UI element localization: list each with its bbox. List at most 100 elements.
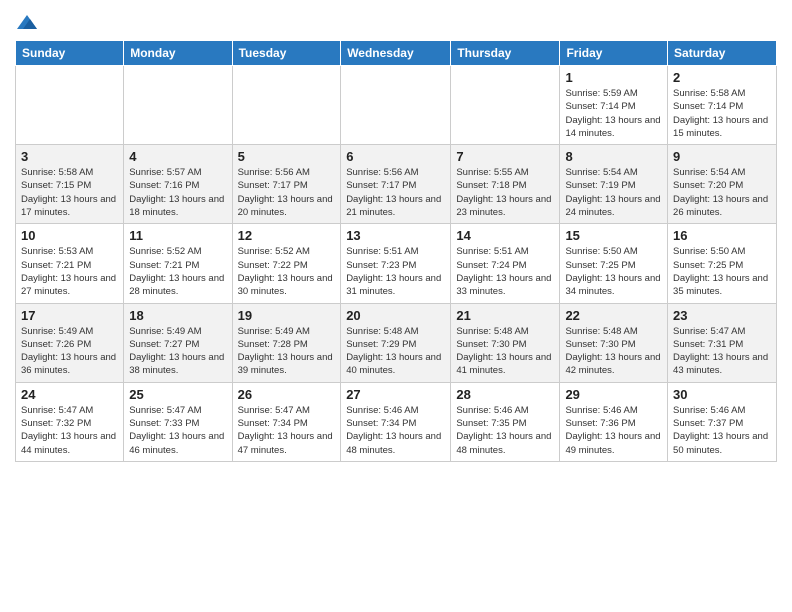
day-number: 21 [456,308,554,323]
day-info: Sunrise: 5:46 AM Sunset: 7:36 PM Dayligh… [565,404,662,457]
logo-text [15,14,37,34]
day-number: 11 [129,228,226,243]
day-number: 27 [346,387,445,402]
calendar-cell: 26Sunrise: 5:47 AM Sunset: 7:34 PM Dayli… [232,382,341,461]
day-number: 5 [238,149,336,164]
day-info: Sunrise: 5:48 AM Sunset: 7:29 PM Dayligh… [346,325,445,378]
calendar-cell: 5 Sunrise: 5:56 AM Sunset: 7:17 PM Daylig… [232,145,341,224]
calendar-cell: 3 Sunrise: 5:58 AM Sunset: 7:15 PM Daylig… [16,145,124,224]
calendar-cell [16,66,124,145]
calendar-cell: 9 Sunrise: 5:54 AM Sunset: 7:20 PM Daylig… [668,145,777,224]
day-number: 9 [673,149,771,164]
weekday-header-tuesday: Tuesday [232,41,341,66]
day-info: Sunrise: 5:56 AM Sunset: 7:17 PM Dayligh… [238,166,336,219]
day-info: Sunrise: 5:46 AM Sunset: 7:35 PM Dayligh… [456,404,554,457]
day-info: Sunrise: 5:47 AM Sunset: 7:33 PM Dayligh… [129,404,226,457]
day-info: Sunrise: 5:50 AM Sunset: 7:25 PM Dayligh… [565,245,662,298]
day-info: Sunrise: 5:47 AM Sunset: 7:31 PM Dayligh… [673,325,771,378]
logo [15,10,37,34]
calendar-cell: 25 Sunrise: 5:47 AM Sunset: 7:33 PM Dayli… [124,382,232,461]
day-info: Sunrise: 5:55 AM Sunset: 7:18 PM Dayligh… [456,166,554,219]
day-info: Sunrise: 5:58 AM Sunset: 7:14 PM Dayligh… [673,87,771,140]
day-number: 1 [565,70,662,85]
calendar-cell: 6 Sunrise: 5:56 AM Sunset: 7:17 PM Daylig… [341,145,451,224]
day-info: Sunrise: 5:59 AM Sunset: 7:14 PM Dayligh… [565,87,662,140]
calendar-cell: 2Sunrise: 5:58 AM Sunset: 7:14 PM Daylig… [668,66,777,145]
calendar-cell: 22Sunrise: 5:48 AM Sunset: 7:30 PM Dayli… [560,303,668,382]
calendar-cell: 18 Sunrise: 5:49 AM Sunset: 7:27 PM Dayli… [124,303,232,382]
day-number: 30 [673,387,771,402]
day-info: Sunrise: 5:51 AM Sunset: 7:24 PM Dayligh… [456,245,554,298]
day-info: Sunrise: 5:56 AM Sunset: 7:17 PM Dayligh… [346,166,445,219]
day-info: Sunrise: 5:54 AM Sunset: 7:19 PM Dayligh… [565,166,662,219]
calendar-header-row: SundayMondayTuesdayWednesdayThursdayFrid… [16,41,777,66]
day-info: Sunrise: 5:48 AM Sunset: 7:30 PM Dayligh… [565,325,662,378]
weekday-header-thursday: Thursday [451,41,560,66]
day-info: Sunrise: 5:47 AM Sunset: 7:34 PM Dayligh… [238,404,336,457]
calendar-cell: 13 Sunrise: 5:51 AM Sunset: 7:23 PM Dayli… [341,224,451,303]
day-number: 19 [238,308,336,323]
calendar-cell: 16 Sunrise: 5:50 AM Sunset: 7:25 PM Dayli… [668,224,777,303]
calendar-week-row: 3 Sunrise: 5:58 AM Sunset: 7:15 PM Daylig… [16,145,777,224]
calendar-cell [451,66,560,145]
day-number: 16 [673,228,771,243]
day-number: 18 [129,308,226,323]
calendar-cell [232,66,341,145]
day-number: 25 [129,387,226,402]
weekday-header-friday: Friday [560,41,668,66]
calendar-cell: 11 Sunrise: 5:52 AM Sunset: 7:21 PM Dayli… [124,224,232,303]
calendar-cell: 27 Sunrise: 5:46 AM Sunset: 7:34 PM Dayli… [341,382,451,461]
page-container: SundayMondayTuesdayWednesdayThursdayFrid… [0,0,792,472]
day-number: 13 [346,228,445,243]
calendar-cell: 19Sunrise: 5:49 AM Sunset: 7:28 PM Dayli… [232,303,341,382]
calendar-cell: 15 Sunrise: 5:50 AM Sunset: 7:25 PM Dayli… [560,224,668,303]
calendar-cell [124,66,232,145]
day-number: 8 [565,149,662,164]
day-number: 12 [238,228,336,243]
day-number: 6 [346,149,445,164]
day-info: Sunrise: 5:58 AM Sunset: 7:15 PM Dayligh… [21,166,118,219]
calendar-cell: 21 Sunrise: 5:48 AM Sunset: 7:30 PM Dayli… [451,303,560,382]
day-info: Sunrise: 5:47 AM Sunset: 7:32 PM Dayligh… [21,404,118,457]
day-info: Sunrise: 5:49 AM Sunset: 7:27 PM Dayligh… [129,325,226,378]
day-number: 24 [21,387,118,402]
day-info: Sunrise: 5:46 AM Sunset: 7:34 PM Dayligh… [346,404,445,457]
weekday-header-monday: Monday [124,41,232,66]
weekday-header-saturday: Saturday [668,41,777,66]
calendar-cell [341,66,451,145]
day-info: Sunrise: 5:52 AM Sunset: 7:21 PM Dayligh… [129,245,226,298]
calendar-cell: 28 Sunrise: 5:46 AM Sunset: 7:35 PM Dayli… [451,382,560,461]
day-info: Sunrise: 5:50 AM Sunset: 7:25 PM Dayligh… [673,245,771,298]
calendar-cell: 8 Sunrise: 5:54 AM Sunset: 7:19 PM Daylig… [560,145,668,224]
day-number: 3 [21,149,118,164]
day-number: 17 [21,308,118,323]
day-number: 28 [456,387,554,402]
day-info: Sunrise: 5:49 AM Sunset: 7:26 PM Dayligh… [21,325,118,378]
day-number: 4 [129,149,226,164]
weekday-header-sunday: Sunday [16,41,124,66]
calendar-cell: 14 Sunrise: 5:51 AM Sunset: 7:24 PM Dayli… [451,224,560,303]
calendar-table: SundayMondayTuesdayWednesdayThursdayFrid… [15,40,777,462]
day-number: 23 [673,308,771,323]
day-info: Sunrise: 5:54 AM Sunset: 7:20 PM Dayligh… [673,166,771,219]
calendar-cell: 20Sunrise: 5:48 AM Sunset: 7:29 PM Dayli… [341,303,451,382]
day-info: Sunrise: 5:48 AM Sunset: 7:30 PM Dayligh… [456,325,554,378]
day-number: 14 [456,228,554,243]
calendar-cell: 23 Sunrise: 5:47 AM Sunset: 7:31 PM Dayli… [668,303,777,382]
day-info: Sunrise: 5:51 AM Sunset: 7:23 PM Dayligh… [346,245,445,298]
calendar-cell: 24 Sunrise: 5:47 AM Sunset: 7:32 PM Dayli… [16,382,124,461]
day-number: 29 [565,387,662,402]
calendar-cell: 1 Sunrise: 5:59 AM Sunset: 7:14 PM Daylig… [560,66,668,145]
day-info: Sunrise: 5:53 AM Sunset: 7:21 PM Dayligh… [21,245,118,298]
calendar-cell: 12 Sunrise: 5:52 AM Sunset: 7:22 PM Dayli… [232,224,341,303]
calendar-cell: 4Sunrise: 5:57 AM Sunset: 7:16 PM Daylig… [124,145,232,224]
calendar-week-row: 10Sunrise: 5:53 AM Sunset: 7:21 PM Dayli… [16,224,777,303]
calendar-cell: 17 Sunrise: 5:49 AM Sunset: 7:26 PM Dayli… [16,303,124,382]
weekday-header-wednesday: Wednesday [341,41,451,66]
calendar-cell: 7Sunrise: 5:55 AM Sunset: 7:18 PM Daylig… [451,145,560,224]
calendar-week-row: 24 Sunrise: 5:47 AM Sunset: 7:32 PM Dayli… [16,382,777,461]
day-info: Sunrise: 5:52 AM Sunset: 7:22 PM Dayligh… [238,245,336,298]
day-number: 15 [565,228,662,243]
calendar-cell: 10Sunrise: 5:53 AM Sunset: 7:21 PM Dayli… [16,224,124,303]
calendar-week-row: 1 Sunrise: 5:59 AM Sunset: 7:14 PM Daylig… [16,66,777,145]
